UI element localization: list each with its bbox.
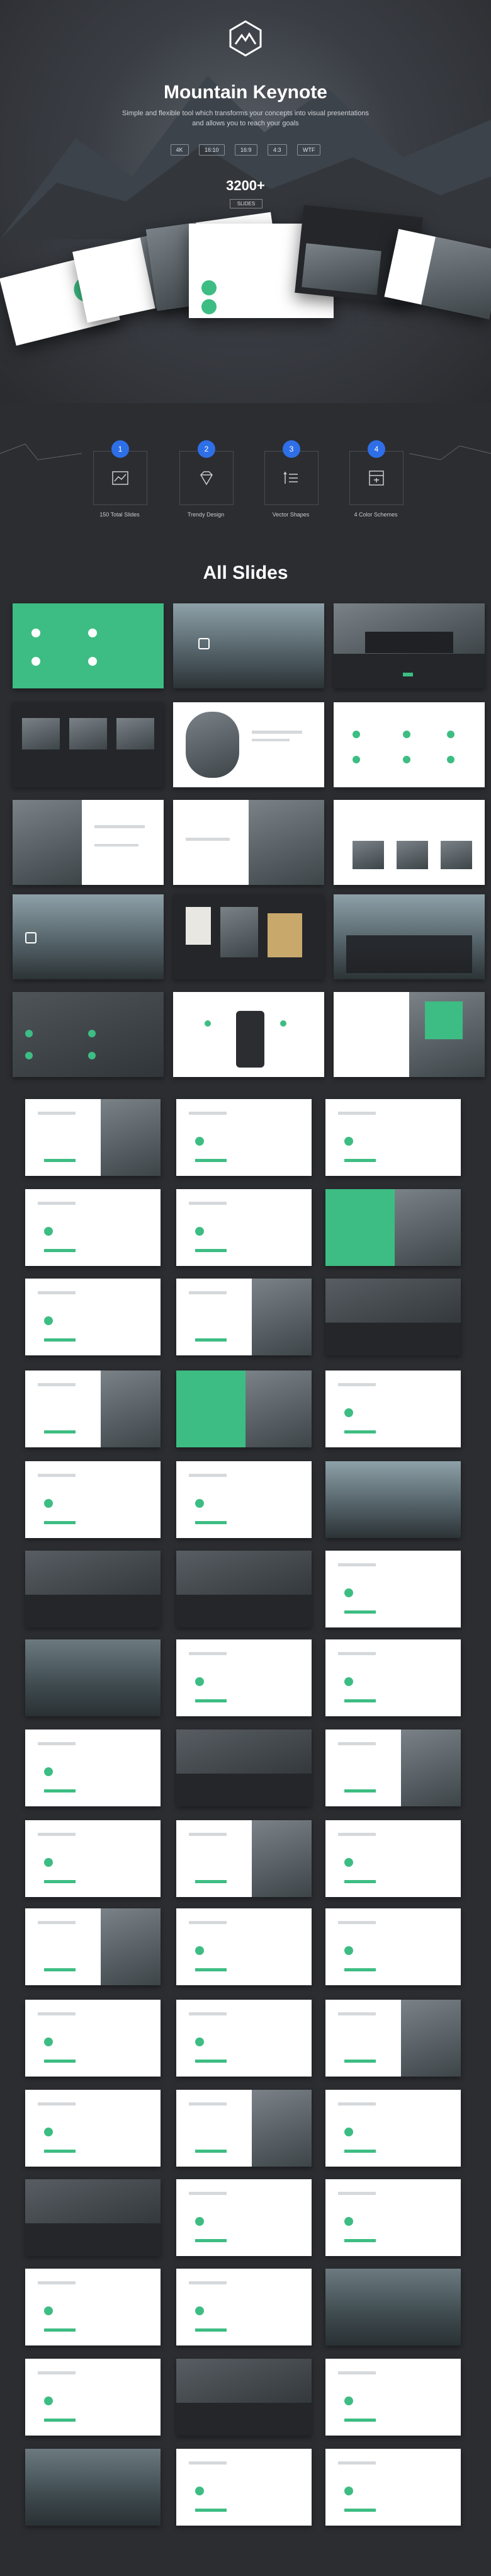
slide-thumb: [176, 2179, 312, 2256]
feature-label: Trendy Design: [187, 511, 225, 518]
slide-thumb: [25, 2449, 161, 2526]
slide-thumb: [325, 1099, 461, 1176]
slide-thumb: [325, 1551, 461, 1627]
slide-thumb: [25, 1371, 161, 1447]
slides-count: 3200+: [226, 178, 265, 193]
slide-thumb: [173, 702, 324, 787]
slide-thumb: [173, 800, 324, 885]
feature-number: 3: [283, 440, 300, 458]
slide-thumb: [173, 894, 324, 979]
format-badge: 16:10: [199, 144, 225, 156]
slide-thumb: [325, 1730, 461, 1806]
format-badge: 16:9: [235, 144, 257, 156]
slide-thumb: [25, 2000, 161, 2077]
hero-subtitle: Simple and flexible tool which transform…: [122, 110, 369, 127]
slide-thumb: [325, 1639, 461, 1716]
slide-thumb: [25, 1908, 161, 1985]
slide-thumb: [13, 800, 164, 885]
slide-thumb: [176, 1551, 312, 1627]
slide-thumb: [25, 1820, 161, 1897]
format-badges: 4K 16:10 16:9 4:3 WTF: [0, 144, 491, 156]
slide-thumb: [176, 1730, 312, 1806]
slide-thumb: [176, 1639, 312, 1716]
slide-thumb: [334, 992, 485, 1077]
mountain-logo-icon: [229, 20, 262, 57]
feature-label: 150 Total Slides: [99, 511, 140, 518]
slide-thumb: [325, 1189, 461, 1266]
slide-thumb: [25, 1279, 161, 1355]
feature-number: 4: [368, 440, 385, 458]
slide-thumb: [25, 1730, 161, 1806]
slide-thumb: [176, 1099, 312, 1176]
slide-thumb: [325, 1908, 461, 1985]
slide-thumb: [325, 2090, 461, 2167]
slide-thumb: [334, 603, 485, 688]
slide-thumb: [176, 1820, 312, 1897]
format-badge: 4K: [170, 144, 189, 156]
hero-section: Mountain Keynote Simple and flexible too…: [0, 0, 491, 403]
slide-thumb: [325, 2449, 461, 2526]
diamond-icon: [200, 471, 213, 486]
slide-thumb: [25, 1099, 161, 1176]
slide-thumb: [13, 702, 164, 787]
slide-thumb: [176, 2359, 312, 2436]
slide-thumb: [25, 2359, 161, 2436]
slide-thumb: [334, 702, 485, 787]
feature-box: 3: [264, 440, 319, 505]
slide-thumb: [13, 992, 164, 1077]
slide-thumb: [176, 1189, 312, 1266]
hero-title: Mountain Keynote: [164, 82, 327, 103]
slide-thumb: [25, 2090, 161, 2167]
slide-thumb: [176, 1371, 312, 1447]
feature-label: Vector Shapes: [272, 511, 310, 518]
slide-thumb: [325, 1820, 461, 1897]
slide-thumb: [176, 1279, 312, 1355]
chart-icon: [112, 471, 128, 485]
slide-thumb: [13, 894, 164, 979]
feature-number: 2: [198, 440, 215, 458]
feature-box: 4: [349, 440, 404, 505]
feature-box: 1: [93, 440, 147, 505]
slide-thumb: [325, 2179, 461, 2256]
slide-thumb: [25, 1639, 161, 1716]
slide-thumb: [325, 2359, 461, 2436]
slide-thumb: [176, 1461, 312, 1538]
slide-thumb: [176, 1908, 312, 1985]
slide-thumb: [173, 992, 324, 1077]
slide-thumb: [176, 2090, 312, 2167]
preview-slide: [384, 229, 491, 319]
slide-thumb: [325, 1279, 461, 1355]
slide-thumb: [25, 1461, 161, 1538]
slide-thumb: [13, 603, 164, 688]
feature-number: 1: [111, 440, 129, 458]
slides-count-label: SLIDES: [230, 199, 262, 208]
slide-thumb: [25, 1189, 161, 1266]
slide-thumb: [325, 2269, 461, 2345]
feature-label: 4 Color Schemes: [354, 511, 398, 518]
features-section: 1 150 Total Slides 2 Trendy Design 3 Vec…: [0, 409, 491, 535]
feature-box: 2: [179, 440, 234, 505]
color-scheme-icon: [369, 470, 384, 486]
format-badge: WTF: [296, 144, 321, 156]
slide-thumb: [176, 2449, 312, 2526]
format-badge: 4:3: [267, 144, 287, 156]
slide-thumb: [325, 1461, 461, 1538]
connector-line: [0, 443, 491, 460]
slide-thumb: [173, 603, 324, 688]
slide-thumb: [25, 1551, 161, 1627]
slide-thumb: [334, 800, 485, 885]
all-slides-title: All Slides: [203, 562, 288, 583]
slide-thumb: [334, 894, 485, 979]
slide-thumb: [176, 2000, 312, 2077]
slide-thumb: [325, 2000, 461, 2077]
slide-thumb: [325, 1371, 461, 1447]
vector-shapes-icon: [283, 471, 298, 484]
slide-thumb: [176, 2269, 312, 2345]
slide-thumb: [25, 2179, 161, 2256]
slide-thumb: [25, 2269, 161, 2345]
